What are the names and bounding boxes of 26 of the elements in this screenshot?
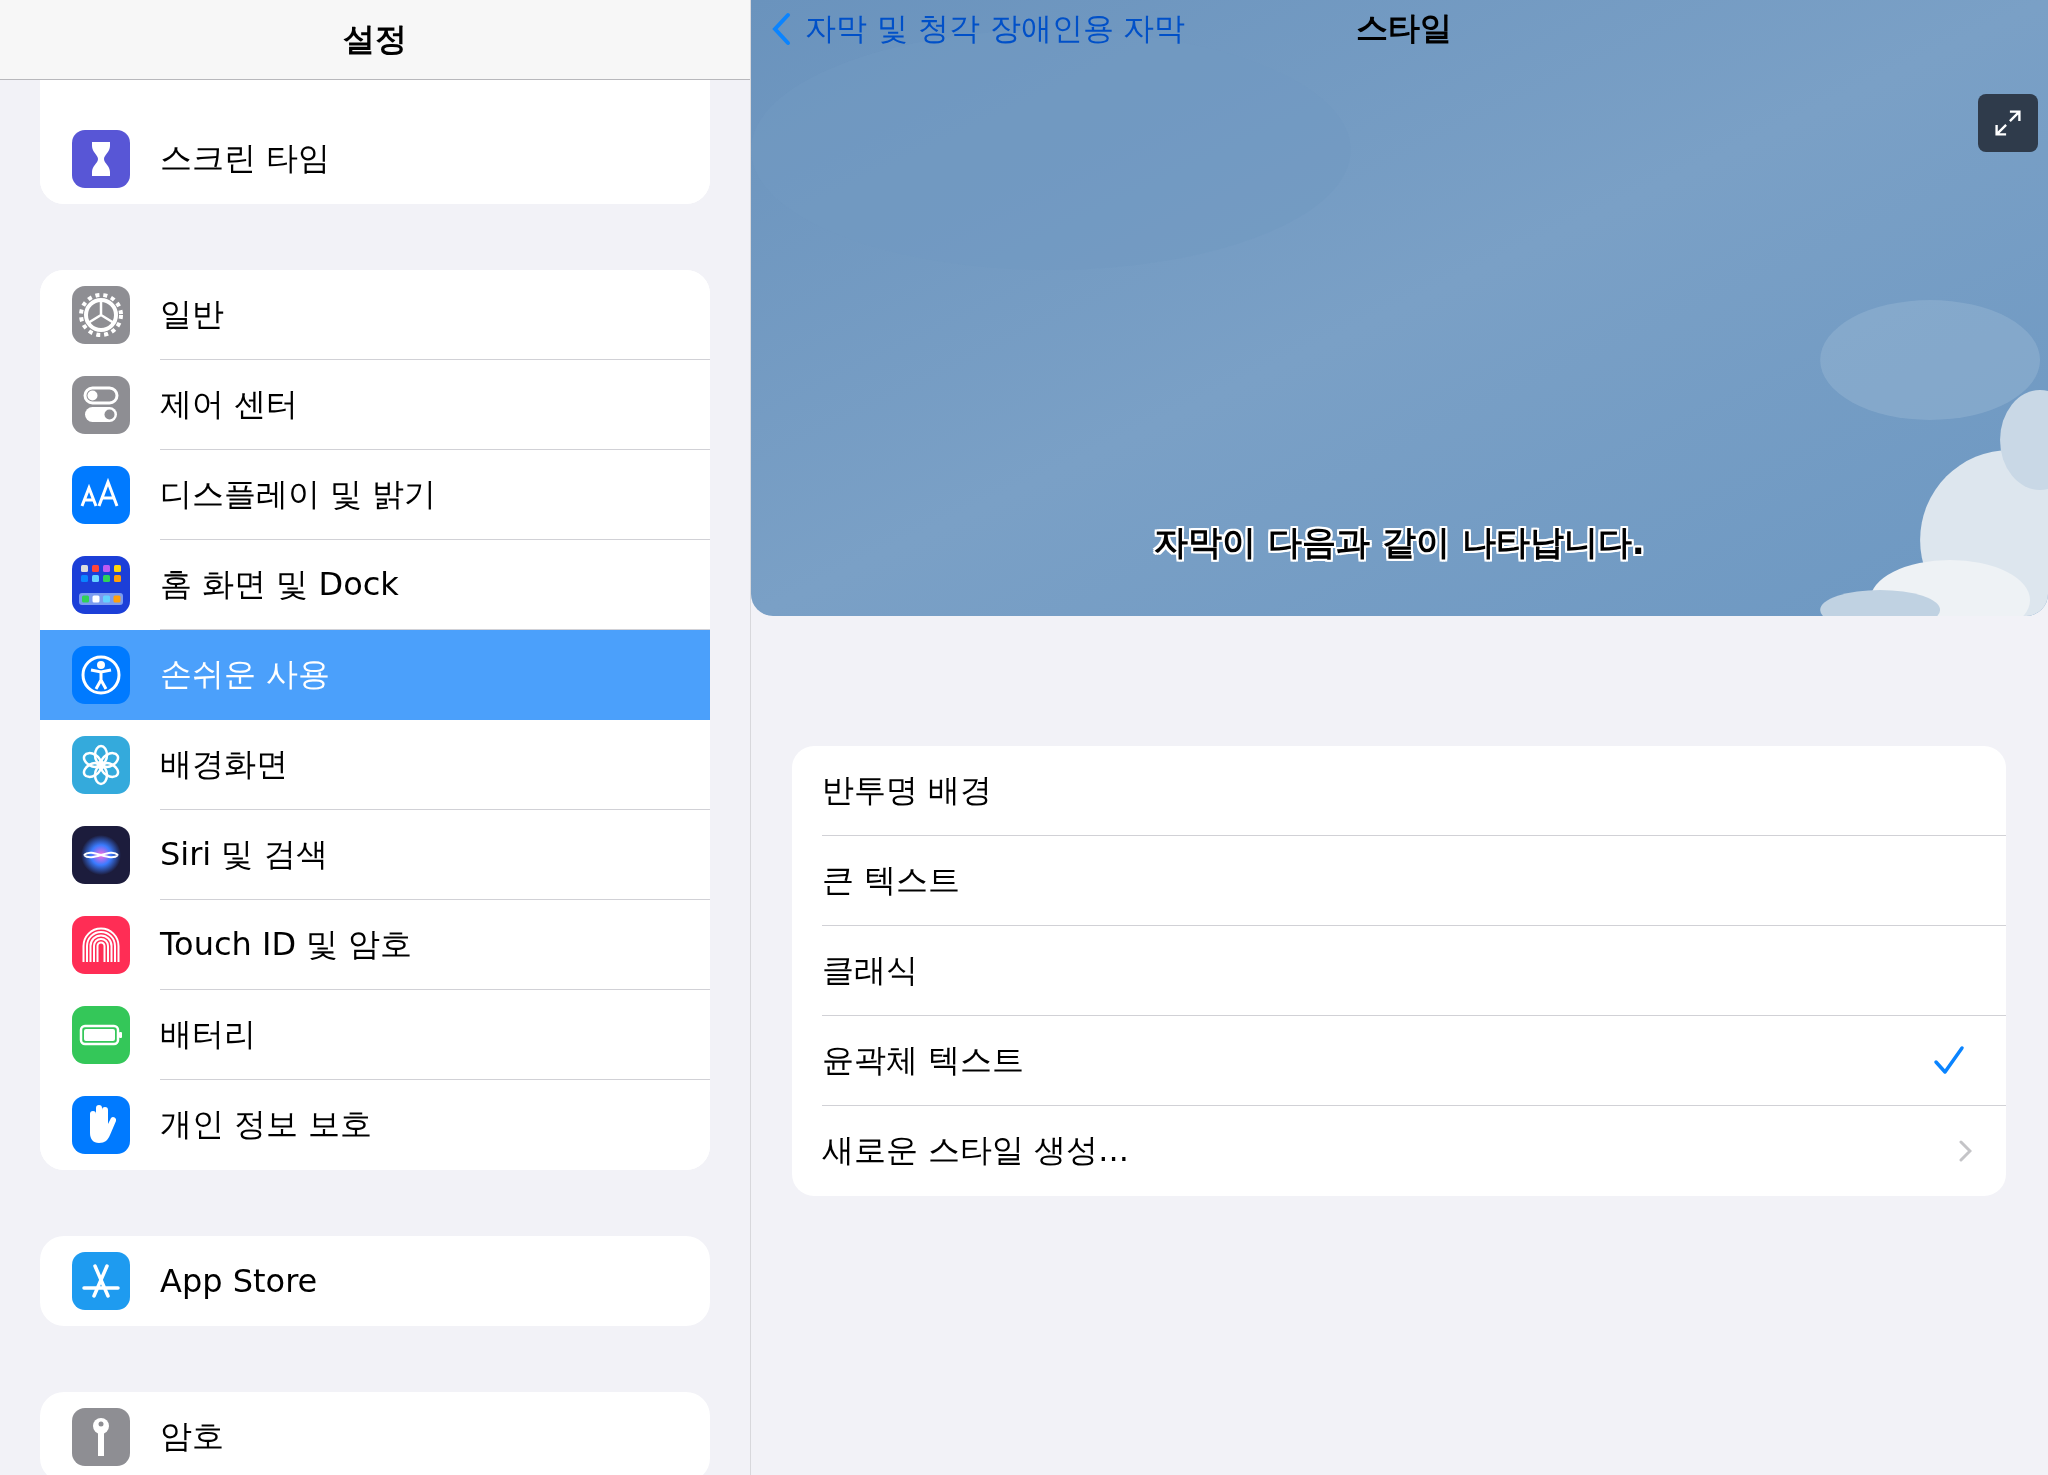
sidebar-label: Siri 및 검색 bbox=[160, 833, 328, 875]
sidebar-label: 암호 bbox=[160, 1416, 224, 1457]
sidebar-label: 배경화면 bbox=[160, 743, 288, 785]
sidebar-label: 개인 정보 보호 bbox=[160, 1104, 373, 1145]
option-label: 클래식 bbox=[822, 949, 919, 991]
option-label: 새로운 스타일 생성... bbox=[822, 1130, 1130, 1171]
sidebar-label: 일반 bbox=[160, 293, 224, 335]
option-label: 큰 텍스트 bbox=[822, 859, 962, 901]
style-option[interactable]: 큰 텍스트 bbox=[822, 836, 2006, 926]
option-label: 반투명 배경 bbox=[822, 769, 994, 811]
sidebar-label: 홈 화면 및 Dock bbox=[160, 563, 399, 605]
sidebar-label: 손쉬운 사용 bbox=[160, 653, 331, 695]
style-option[interactable]: 새로운 스타일 생성... bbox=[822, 1106, 2006, 1196]
page-title: 스타일 bbox=[1356, 8, 1452, 49]
option-label: 윤곽체 텍스트 bbox=[822, 1039, 1026, 1081]
sidebar-label: 제어 센터 bbox=[160, 383, 299, 425]
sidebar-label: App Store bbox=[160, 1262, 318, 1300]
sidebar-label: 배터리 bbox=[160, 1013, 256, 1055]
style-option[interactable]: 클래식 bbox=[822, 926, 2006, 1016]
sidebar-label: 스크린 타임 bbox=[160, 138, 331, 179]
caption-preview: 자막이 다음과 같이 나타납니다. bbox=[1153, 521, 1646, 564]
style-option[interactable]: 윤곽체 텍스트 bbox=[822, 1016, 2006, 1106]
sidebar-label: Touch ID 및 암호 bbox=[160, 923, 413, 965]
style-option[interactable]: 반투명 배경 bbox=[822, 746, 2006, 836]
sidebar-label: 디스플레이 및 밝기 bbox=[160, 473, 437, 515]
sidebar-title: 설정 bbox=[343, 18, 407, 60]
